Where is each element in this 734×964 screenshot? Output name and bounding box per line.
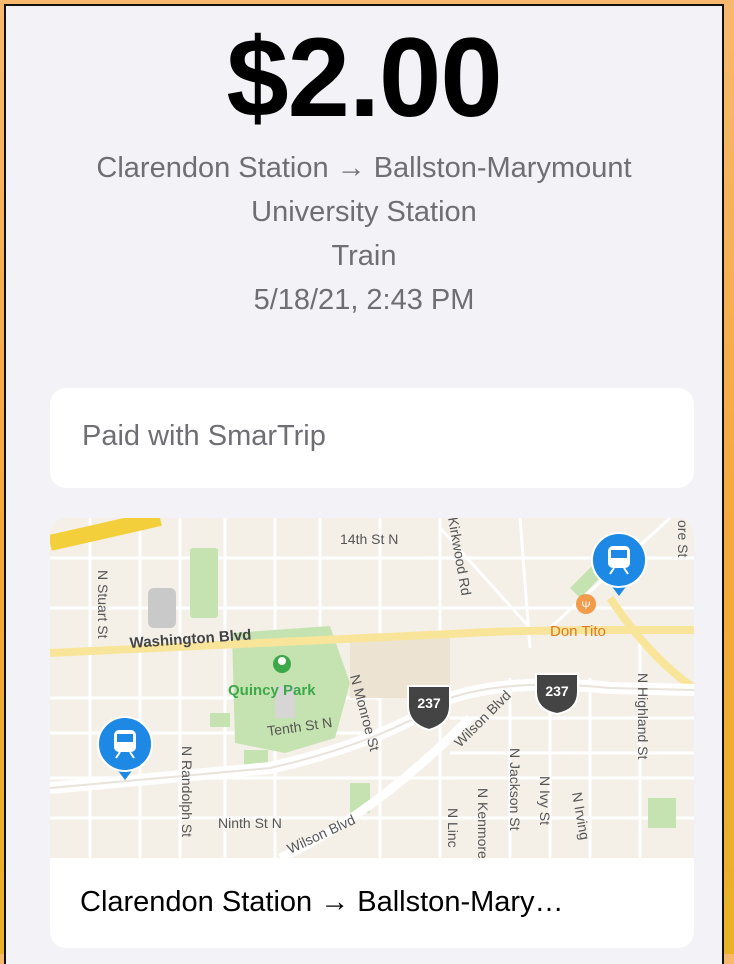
trip-details: Clarendon Station → Ballston-Marymount U… [6,146,722,322]
trip-map[interactable]: 14th St N Washington Blvd N Stuart St N … [50,518,694,858]
payment-method-label: Paid with SmarTrip [82,420,326,452]
street-ninth: Ninth St N [218,815,282,831]
route-line-1: Clarendon Station → Ballston-Marymount [96,152,632,184]
street-glebe: ore St [675,520,691,557]
transit-mode: Train [331,240,397,272]
trip-datetime: 5/18/21, 2:43 PM [253,284,475,316]
don-tito-label: Don Tito [550,623,606,640]
map-route-caption: Clarendon Station → Ballston-Mary… [80,886,564,918]
street-highland: N Highland St [635,673,651,759]
street-lincoln: N Linc [445,808,461,848]
route-shield-237-right: 237 [535,673,579,716]
route-shield-237-left: 237 [407,685,451,732]
street-ivy: N Ivy St [537,776,553,825]
svg-text:237: 237 [417,695,441,711]
quincy-park-label: Quincy Park [228,682,316,699]
street-randolph: N Randolph St [179,746,195,837]
svg-text:237: 237 [545,683,569,699]
route-line-2: University Station [251,196,477,228]
svg-text:Ψ: Ψ [581,600,590,612]
receipt-screen: $2.00 Clarendon Station → Ballston-Marym… [4,4,724,964]
street-jackson: N Jackson St [507,748,523,831]
street-stuart: N Stuart St [95,570,111,639]
payment-card[interactable]: Paid with SmarTrip [50,388,694,488]
street-kenmore: N Kenmore [475,788,491,858]
fare-amount: $2.00 [226,15,502,140]
map-card[interactable]: 14th St N Washington Blvd N Stuart St N … [50,518,694,948]
street-14th: 14th St N [340,531,398,547]
